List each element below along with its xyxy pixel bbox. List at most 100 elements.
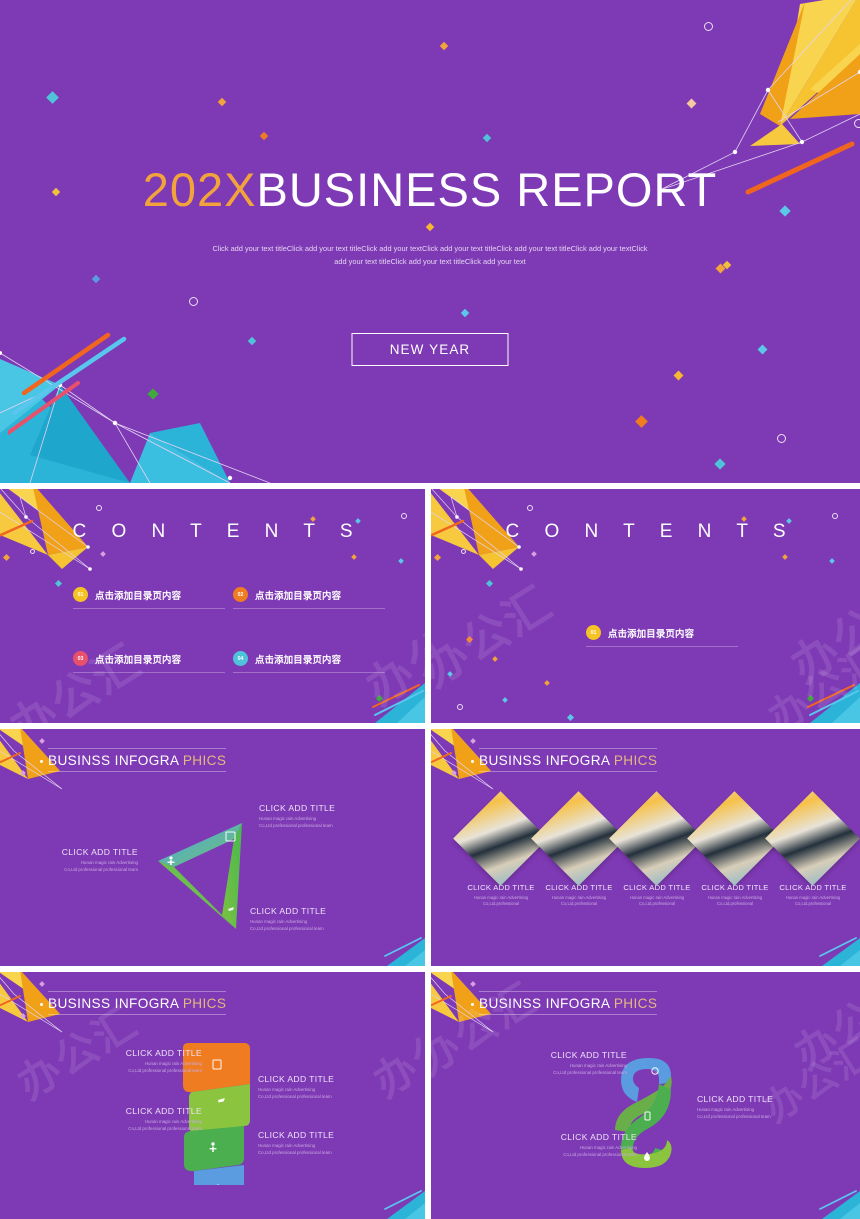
card-title: CLICK ADD TITLE [701,883,769,892]
infographic-header: BUSINSS INFOGRA PHICS [479,996,657,1011]
deco-diamond [566,713,575,722]
deco-diamond [829,558,835,564]
toc-item-01[interactable]: 01 点击添加目录页内容 [586,625,738,647]
slide-ribbon-infographic[interactable]: 办公汇 办公汇 BUSINSS INFOGRA PHICS CLICK ADD … [0,972,425,1219]
ribbon-block-1[interactable]: CLICK ADD TITLE Hunan magic rain Adverti… [80,1048,202,1075]
deco-ring [704,22,713,31]
header-rule-bottom [48,1014,226,1015]
diamond-photo[interactable] [765,791,860,886]
block-line2: Co,Ltd professional professional team [258,1149,332,1155]
toc-item-label: 点击添加目录页内容 [255,654,342,666]
deco-diamond [714,458,726,470]
cyan-shard-cluster-icon [819,1190,860,1219]
cyan-shard-cluster-icon [819,937,860,966]
s-block-1[interactable]: CLICK ADD TITLE Hunan magic rain Adverti… [503,1050,627,1077]
cyan-shard-cluster-icon [384,1190,425,1219]
deco-diamond [247,336,257,346]
slide-contents-four[interactable]: 办公汇 办公汇 C O N T E N T S 01 点击添加目录页内容 02 … [0,489,425,723]
toc-number-badge: 04 [233,651,248,666]
block-title: CLICK ADD TITLE [259,803,336,813]
toc-item-04[interactable]: 04 点击添加目录页内容 [233,651,385,673]
infographic-header-main: BUSINSS INFOGRA [479,996,614,1011]
ribbon-block-3[interactable]: CLICK ADD TITLE Hunan magic rain Adverti… [80,1106,202,1133]
diamond-caption: CLICK ADD TITLE Hunan magic rain Adverti… [467,883,534,908]
toc-underline [73,672,225,673]
block-line2: Co,Ltd professional professional team [259,822,333,828]
triangle-diagram[interactable] [150,817,260,947]
infographic-header-main: BUSINSS INFOGRA [48,753,183,768]
deco-ring [457,704,463,710]
deco-ring [461,549,466,554]
slide-s-infographic[interactable]: 办公汇 办公汇 办公汇 BUSINSS INFOGRA PHICS CLICK … [431,972,860,1219]
diamond-caption: CLICK ADD TITLE Hunan magic rain Adverti… [779,883,846,908]
deco-diamond [544,680,550,686]
block-title: CLICK ADD TITLE [61,847,138,857]
triangle-block-bottom[interactable]: CLICK ADD TITLE Hunan magic rain Adverti… [250,906,390,933]
deco-diamond [398,558,404,564]
ribbon-block-4[interactable]: CLICK ADD TITLE Hunan magic rain Adverti… [258,1130,388,1157]
deco-diamond [715,263,726,274]
deco-ring [527,505,533,511]
deco-diamond [20,770,26,776]
deco-diamond [39,981,45,987]
header-rule-top [48,991,226,992]
cover-title: 202XBUSINESS REPORT [0,166,860,213]
toc-item-02[interactable]: 02 点击添加目录页内容 [233,587,385,609]
slide-contents-single[interactable]: 办公汇 办公汇 办公汇 C O N T E N T S 01 点击添加目录页内容 [431,489,860,723]
block-line2: Co,Ltd professional professional team [553,1069,627,1075]
deco-diamond [91,274,101,284]
s-block-3[interactable]: CLICK ADD TITLE Hunan magic rain Adverti… [513,1132,637,1159]
slide-cover[interactable]: 202XBUSINESS REPORT Click add your text … [0,0,860,483]
deco-ring [401,513,407,519]
deco-diamond [686,98,697,109]
toc-item-label: 点击添加目录页内容 [608,628,695,640]
triangle-block-top[interactable]: CLICK ADD TITLE Hunan magic rain Adverti… [259,803,399,830]
cover-title-year: 202X [142,163,257,216]
deco-diamond [502,697,508,703]
deco-diamond [722,260,732,270]
triangle-block-left[interactable]: CLICK ADD TITLE Hunan magic rain Adverti… [20,847,138,874]
ribbon-block-2[interactable]: CLICK ADD TITLE Hunan magic rain Adverti… [258,1074,388,1101]
header-rule-bottom [479,771,657,772]
deco-diamond [482,133,492,143]
block-line1: Hunan magic rain Advertising [250,919,308,924]
deco-diamond [531,551,537,557]
deco-ring [854,119,860,128]
toc-item-03[interactable]: 03 点击添加目录页内容 [73,651,225,673]
deco-diamond [673,370,684,381]
diamond-caption: CLICK ADD TITLE Hunan magic rain Adverti… [701,883,768,908]
block-line1: Hunan magic rain Advertising [259,816,317,821]
deco-diamond [259,131,269,141]
block-line1: Hunan magic rain Advertising [258,1087,316,1092]
diamond-card[interactable]: CLICK ADD TITLE Hunan magic rain Adverti… [765,791,860,906]
toc-number-badge: 01 [586,625,601,640]
block-title: CLICK ADD TITLE [697,1094,774,1104]
card-line2: Co,Ltd.professional [794,901,832,907]
deco-diamond [470,738,476,744]
toc-number-badge: 02 [233,587,248,602]
diamond-caption: CLICK ADD TITLE Hunan magic rain Adverti… [545,883,612,908]
deco-diamond [2,553,11,562]
deco-ring [30,549,35,554]
header-rule-bottom [479,1014,657,1015]
block-line2: Co,Ltd professional professional team [258,1093,332,1099]
infographic-header: BUSINSS INFOGRA PHICS [479,753,657,768]
toc-underline [586,646,738,647]
toc-number-badge: 01 [73,587,88,602]
header-rule-top [48,748,226,749]
block-line2: Co,Ltd professional professional team [128,1125,202,1131]
toc-item-label: 点击添加目录页内容 [255,590,342,602]
slide-triangle-infographic[interactable]: BUSINSS INFOGRA PHICS CLICK ADD TITLE Hu… [0,729,425,966]
slide-diamond-infographic[interactable]: BUSINSS INFOGRA PHICS CLICK ADD TITLE Hu… [431,729,860,966]
card-line2: Co,Ltd.professional [638,901,676,907]
deco-ring [96,505,102,511]
new-year-button[interactable]: NEW YEAR [351,333,509,366]
block-line1: Hunan magic rain Advertising [144,1119,202,1124]
deco-diamond [100,551,106,557]
toc-item-01[interactable]: 01 点击添加目录页内容 [73,587,225,609]
block-line2: Co,Ltd professional professional team [563,1151,637,1157]
s-block-2[interactable]: CLICK ADD TITLE Hunan magic rain Adverti… [697,1094,829,1121]
card-line2: Co,Ltd.professional [482,901,520,907]
header-rule-top [479,991,657,992]
block-line2: Co,Ltd professional professional team [250,925,324,931]
